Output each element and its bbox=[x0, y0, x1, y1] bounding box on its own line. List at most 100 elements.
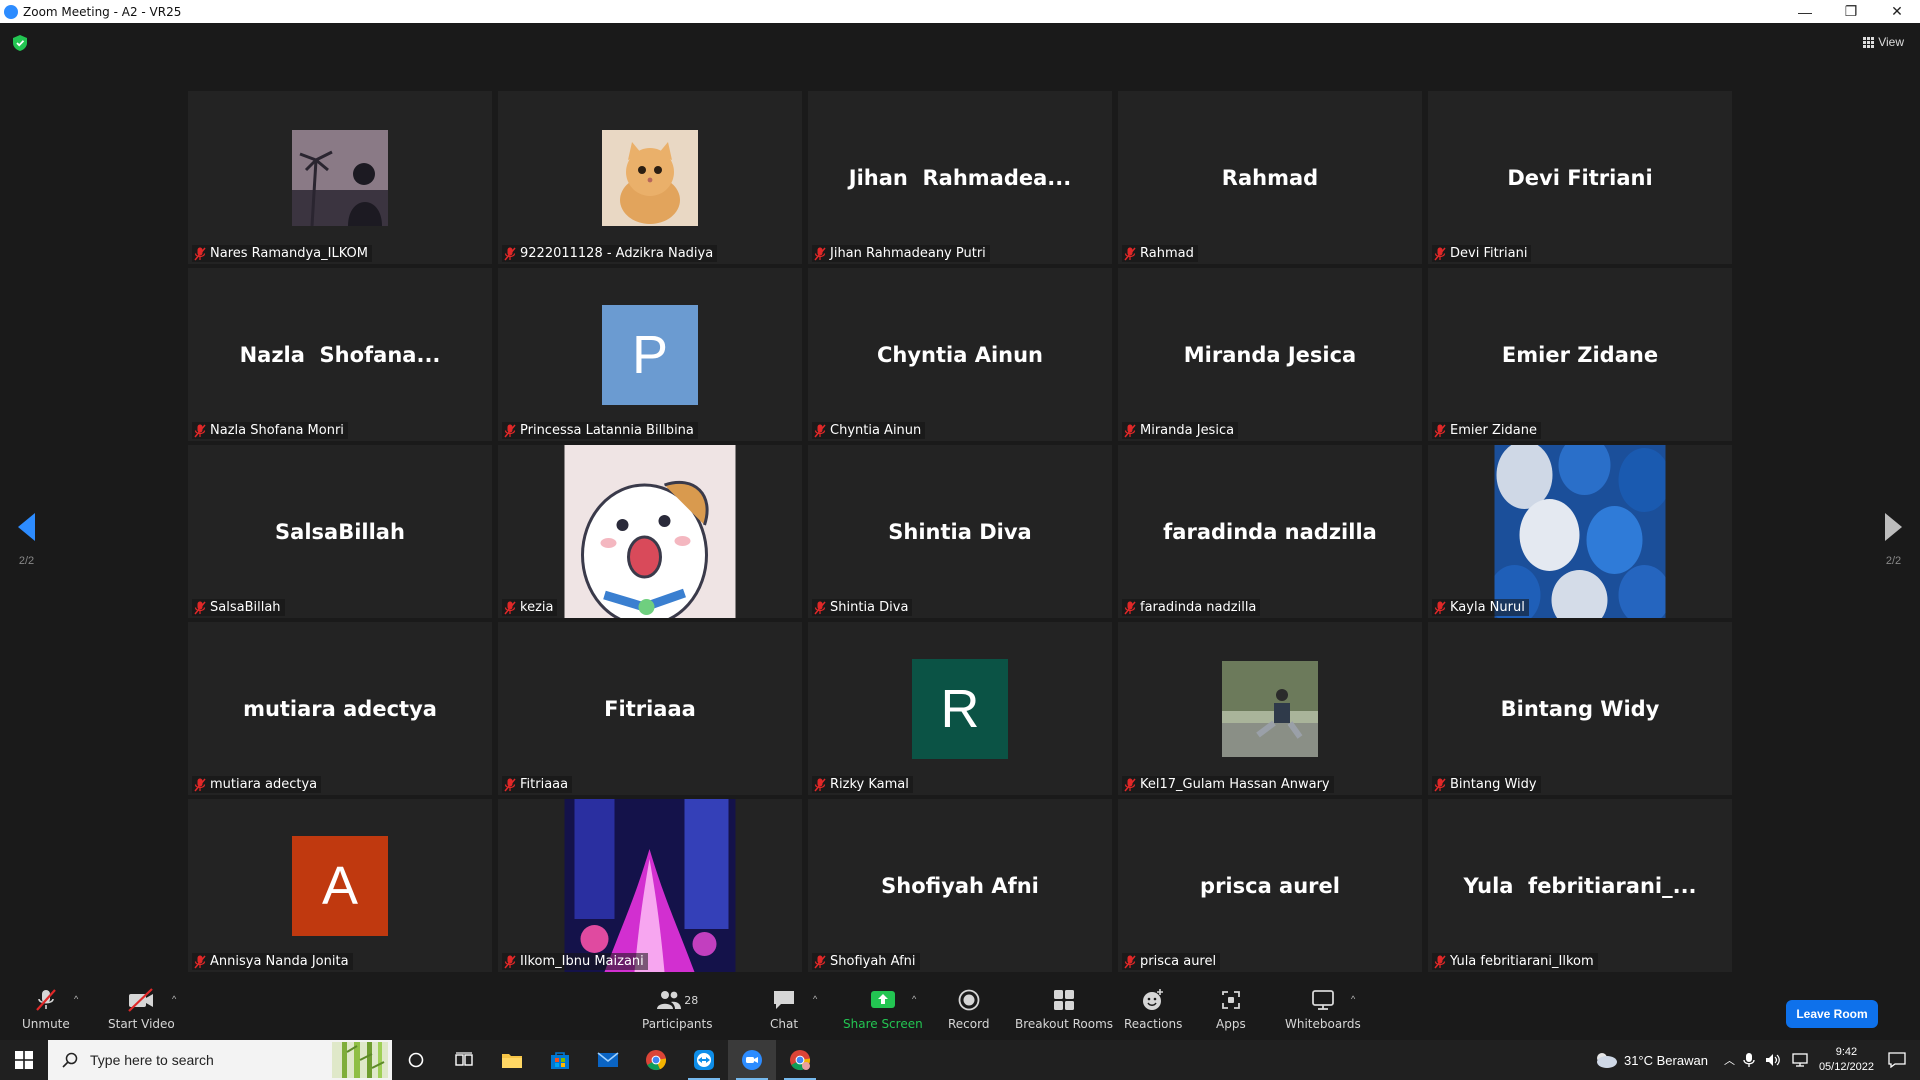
meeting-toolbar: Unmute ^ Start Video ^ 28 Participants C… bbox=[0, 980, 1920, 1040]
participant-name-label: Rahmad bbox=[1122, 245, 1198, 262]
taskbar-search-box[interactable]: Type here to search bbox=[48, 1040, 392, 1080]
participant-name: Devi Fitriani bbox=[1450, 246, 1528, 261]
weather-text[interactable]: 31°C Berawan bbox=[1624, 1053, 1708, 1068]
record-button[interactable]: Record bbox=[948, 988, 989, 1031]
mic-muted-icon bbox=[1124, 778, 1136, 791]
participant-display-name: Nazla Shofana... bbox=[239, 342, 441, 367]
microphone-icon[interactable] bbox=[1743, 1052, 1755, 1068]
mic-muted-icon bbox=[1124, 424, 1136, 437]
mic-muted-icon bbox=[1124, 955, 1136, 968]
restore-button[interactable]: ❐ bbox=[1828, 0, 1874, 23]
profile-photo bbox=[1222, 660, 1318, 757]
participant-name: prisca aurel bbox=[1140, 954, 1217, 969]
participant-tile[interactable]: R Rizky Kamal bbox=[808, 622, 1112, 795]
participant-tile[interactable]: Kel17_Gulam Hassan Anwary bbox=[1118, 622, 1422, 795]
participant-tile[interactable]: A Annisya Nanda Jonita bbox=[188, 799, 492, 972]
participant-tile[interactable]: Nazla Shofana... Nazla Shofana Monri bbox=[188, 268, 492, 441]
notification-center-icon[interactable] bbox=[1888, 1052, 1906, 1068]
participant-name-label: Fitriaaa bbox=[502, 776, 573, 793]
participant-tile[interactable]: Miranda Jesica Miranda Jesica bbox=[1118, 268, 1422, 441]
participant-name: mutiara adectya bbox=[210, 777, 318, 792]
speaker-volume-icon[interactable] bbox=[1765, 1052, 1781, 1068]
participant-tile[interactable]: Yula febritiarani_... Yula febritiarani_I… bbox=[1428, 799, 1732, 972]
participant-tile[interactable]: Emier Zidane Emier Zidane bbox=[1428, 268, 1732, 441]
chrome-profile-button[interactable] bbox=[776, 1040, 824, 1080]
participant-tile[interactable]: mutiara adectya mutiara adectya bbox=[188, 622, 492, 795]
teamviewer-button[interactable] bbox=[680, 1040, 728, 1080]
breakout-rooms-button[interactable]: Breakout Rooms bbox=[1015, 988, 1113, 1031]
encryption-shield-icon[interactable] bbox=[13, 35, 27, 51]
chat-button[interactable]: Chat bbox=[770, 988, 798, 1031]
participant-name-label: prisca aurel bbox=[1122, 953, 1221, 970]
participant-tile[interactable]: Devi Fitriani Devi Fitriani bbox=[1428, 91, 1732, 264]
meeting-area: View 2/2 2/2 Nares Ramandya_ILKOM 9222011… bbox=[0, 23, 1920, 980]
whiteboard-icon bbox=[1309, 988, 1337, 1012]
window-title-bar: Zoom Meeting - A2 - VR25 — ❐ ✕ bbox=[0, 0, 1920, 23]
participant-name: Emier Zidane bbox=[1450, 423, 1537, 438]
participants-icon: 28 bbox=[649, 988, 705, 1012]
system-tray: 31°C Berawan ︿ 9:42 05/12/2022 bbox=[1592, 1040, 1920, 1080]
chevron-up-icon[interactable]: ︿ bbox=[1724, 1052, 1735, 1068]
participant-tile[interactable]: kezia bbox=[498, 445, 802, 618]
microsoft-store-button[interactable] bbox=[536, 1040, 584, 1080]
participant-tile[interactable]: prisca aurel prisca aurel bbox=[1118, 799, 1422, 972]
minimize-button[interactable]: — bbox=[1782, 0, 1828, 23]
participant-tile[interactable]: Fitriaaa Fitriaaa bbox=[498, 622, 802, 795]
audio-options-caret[interactable]: ^ bbox=[74, 994, 78, 1004]
mic-muted-icon bbox=[504, 424, 516, 437]
mic-muted-icon bbox=[814, 424, 826, 437]
participant-tile[interactable]: 9222011128 - Adzikra Nadiya bbox=[498, 91, 802, 264]
participant-display-name: Rahmad bbox=[1221, 165, 1319, 190]
window-title: Zoom Meeting - A2 - VR25 bbox=[23, 4, 182, 19]
mic-muted-icon bbox=[504, 247, 516, 260]
file-explorer-button[interactable] bbox=[488, 1040, 536, 1080]
windows-start-button[interactable] bbox=[0, 1040, 48, 1080]
close-button[interactable]: ✕ bbox=[1874, 0, 1920, 23]
participant-tile[interactable]: Bintang Widy Bintang Widy bbox=[1428, 622, 1732, 795]
participant-tile[interactable]: Jihan Rahmadea... Jihan Rahmadeany Putri bbox=[808, 91, 1112, 264]
mic-muted-icon bbox=[1434, 778, 1446, 791]
participant-tile[interactable]: Ilkom_Ibnu Maizani bbox=[498, 799, 802, 972]
participants-button[interactable]: 28 Participants bbox=[642, 988, 713, 1031]
participant-name: Chyntia Ainun bbox=[830, 423, 922, 438]
whiteboards-options-caret[interactable]: ^ bbox=[1351, 994, 1355, 1004]
grid-icon bbox=[1863, 37, 1875, 48]
participant-tile[interactable]: Shintia Diva Shintia Diva bbox=[808, 445, 1112, 618]
view-button[interactable]: View bbox=[1863, 35, 1904, 49]
mic-muted-icon bbox=[1434, 601, 1446, 614]
participant-name: Rizky Kamal bbox=[830, 777, 909, 792]
apps-button[interactable]: Apps bbox=[1216, 988, 1246, 1031]
mail-button[interactable] bbox=[584, 1040, 632, 1080]
start-video-button[interactable]: Start Video bbox=[108, 988, 175, 1031]
participant-tile[interactable]: faradinda nadzilla faradinda nadzilla bbox=[1118, 445, 1422, 618]
zoom-taskbar-button[interactable] bbox=[728, 1040, 776, 1080]
participant-tile[interactable]: Rahmad Rahmad bbox=[1118, 91, 1422, 264]
participant-tile[interactable]: P Princessa Latannia Billbina bbox=[498, 268, 802, 441]
next-page-button[interactable]: 2/2 bbox=[1885, 513, 1902, 567]
participant-tile[interactable]: Chyntia Ainun Chyntia Ainun bbox=[808, 268, 1112, 441]
mic-muted-icon bbox=[504, 955, 516, 968]
clock[interactable]: 9:42 05/12/2022 bbox=[1819, 1045, 1874, 1075]
cortana-button[interactable] bbox=[392, 1040, 440, 1080]
participant-tile[interactable]: SalsaBillah SalsaBillah bbox=[188, 445, 492, 618]
share-screen-button[interactable]: Share Screen bbox=[843, 988, 923, 1031]
chat-options-caret[interactable]: ^ bbox=[813, 994, 817, 1004]
participant-tile[interactable]: Nares Ramandya_ILKOM bbox=[188, 91, 492, 264]
reactions-button[interactable]: Reactions bbox=[1124, 988, 1182, 1031]
participant-tile[interactable]: Shofiyah Afni Shofiyah Afni bbox=[808, 799, 1112, 972]
previous-page-button[interactable]: 2/2 bbox=[18, 513, 35, 567]
leave-room-button[interactable]: Leave Room bbox=[1786, 1000, 1878, 1028]
network-icon[interactable] bbox=[1791, 1052, 1809, 1068]
participant-display-name: Bintang Widy bbox=[1500, 696, 1660, 721]
clock-time: 9:42 bbox=[1835, 1046, 1858, 1058]
chrome-icon bbox=[646, 1050, 667, 1071]
chrome-button[interactable] bbox=[632, 1040, 680, 1080]
task-view-button[interactable] bbox=[440, 1040, 488, 1080]
unmute-button[interactable]: Unmute bbox=[22, 988, 70, 1031]
participant-tile[interactable]: Kayla Nurul bbox=[1428, 445, 1732, 618]
participant-name: Miranda Jesica bbox=[1140, 423, 1235, 438]
whiteboards-button[interactable]: Whiteboards bbox=[1285, 988, 1361, 1031]
share-options-caret[interactable]: ^ bbox=[912, 994, 916, 1004]
bamboo-search-highlight-icon bbox=[332, 1042, 388, 1078]
video-options-caret[interactable]: ^ bbox=[172, 994, 176, 1004]
